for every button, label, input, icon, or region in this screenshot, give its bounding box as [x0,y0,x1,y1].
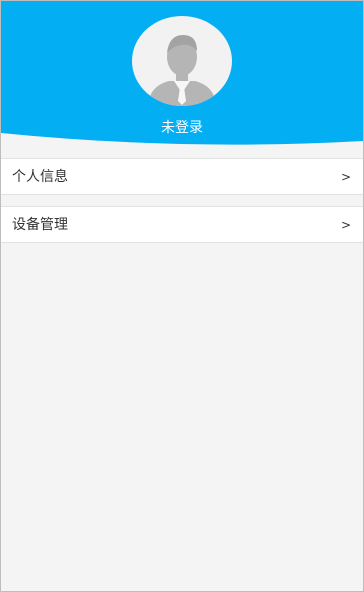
chevron-right-icon: > [340,218,351,232]
user-avatar-placeholder-icon[interactable] [131,15,233,107]
chevron-right-icon: > [340,170,351,184]
menu-item-label: 设备管理 [12,217,68,233]
menu-item-device-management[interactable]: 设备管理 > [1,206,363,243]
login-status-text[interactable]: 未登录 [1,119,363,137]
menu-item-label: 个人信息 [12,169,68,185]
profile-header: 未登录 [1,1,363,149]
menu-item-personal-info[interactable]: 个人信息 > [1,158,363,195]
app-screen: 未登录 个人信息 > 设备管理 > [0,0,364,592]
